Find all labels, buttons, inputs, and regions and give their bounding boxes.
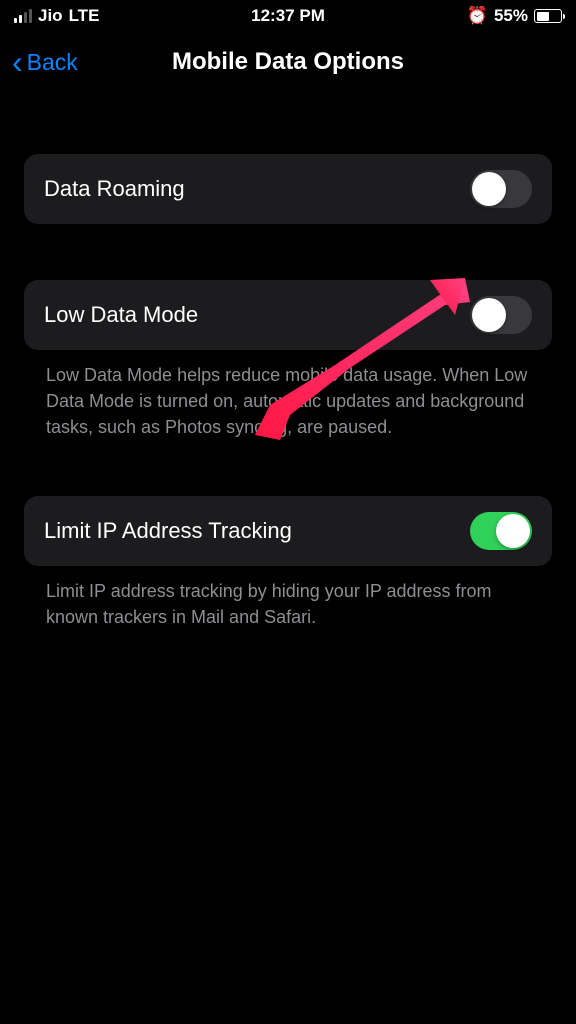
back-button[interactable]: ‹ Back [12,46,78,78]
data-roaming-label: Data Roaming [44,176,185,202]
battery-icon [534,9,562,23]
battery-percent-label: 55% [494,6,528,26]
carrier-label: Jio [38,6,63,26]
toggle-knob [472,298,506,332]
status-time: 12:37 PM [251,6,325,26]
limit-ip-tracking-row: Limit IP Address Tracking [24,496,552,566]
data-roaming-row: Data Roaming [24,154,552,224]
nav-bar: ‹ Back Mobile Data Options [0,30,576,98]
back-label: Back [27,49,78,76]
battery-fill [537,12,550,21]
alarm-icon: ⏰ [467,6,488,26]
status-right: ⏰ 55% [467,6,562,26]
page-title: Mobile Data Options [172,48,404,76]
low-data-mode-description: Low Data Mode helps reduce mobile data u… [24,350,552,440]
low-data-mode-toggle[interactable] [470,296,532,334]
toggle-knob [496,514,530,548]
signal-strength-icon [14,9,32,23]
low-data-mode-row: Low Data Mode [24,280,552,350]
status-bar: Jio LTE 12:37 PM ⏰ 55% [0,0,576,30]
data-roaming-toggle[interactable] [470,170,532,208]
limit-ip-tracking-toggle[interactable] [470,512,532,550]
network-type-label: LTE [69,6,100,26]
chevron-left-icon: ‹ [12,46,23,78]
low-data-mode-label: Low Data Mode [44,302,198,328]
limit-ip-tracking-description: Limit IP address tracking by hiding your… [24,566,552,630]
toggle-knob [472,172,506,206]
status-left: Jio LTE [14,6,99,26]
settings-content: Data Roaming Low Data Mode Low Data Mode… [0,98,576,630]
limit-ip-tracking-label: Limit IP Address Tracking [44,518,292,544]
